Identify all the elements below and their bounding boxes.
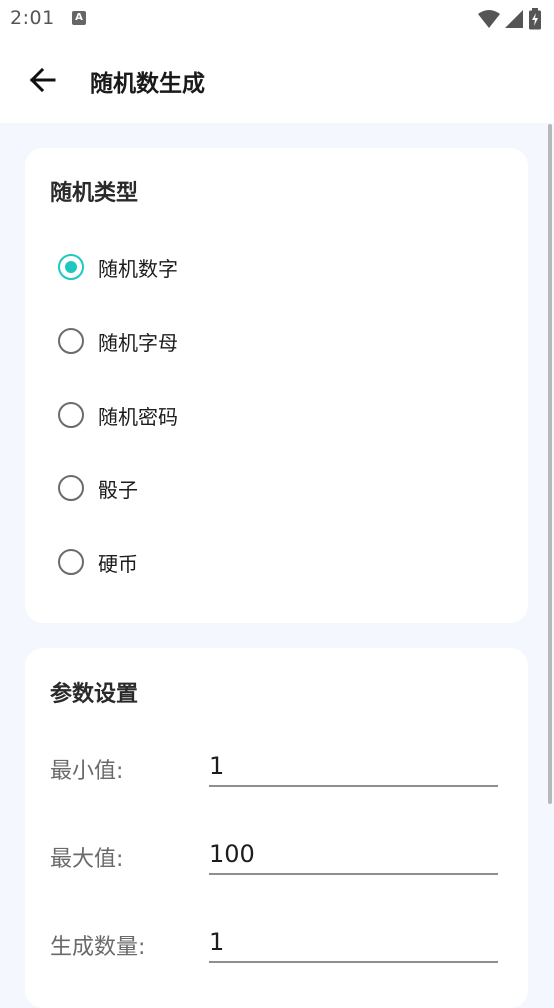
signal-icon — [505, 10, 523, 28]
radio-random-number[interactable]: 随机数字 — [58, 250, 178, 284]
radio-unchecked-icon — [58, 328, 84, 354]
battery-charging-icon — [529, 8, 541, 30]
radio-label: 随机数字 — [98, 256, 178, 281]
wifi-icon — [478, 10, 500, 28]
status-bar: 2:01 A — [0, 0, 554, 38]
scrollbar[interactable] — [548, 124, 552, 804]
min-value-input[interactable] — [209, 749, 498, 787]
arrow-left-icon — [29, 67, 56, 93]
random-type-card: 随机类型 随机数字 随机字母 随机密码 骰子 硬币 — [25, 148, 528, 623]
radio-random-letter[interactable]: 随机字母 — [58, 324, 178, 358]
back-button[interactable] — [26, 63, 60, 97]
radio-coin[interactable]: 硬币 — [58, 545, 138, 579]
max-value-input[interactable] — [209, 837, 498, 875]
app-bar: 随机数生成 — [0, 38, 554, 123]
params-title: 参数设置 — [50, 682, 139, 707]
page-title: 随机数生成 — [90, 71, 205, 97]
status-icons — [478, 8, 542, 30]
radio-label: 随机字母 — [98, 330, 178, 355]
radio-unchecked-icon — [58, 402, 84, 428]
radio-label: 骰子 — [98, 477, 138, 502]
random-type-title: 随机类型 — [50, 181, 139, 206]
count-input[interactable] — [209, 925, 498, 963]
radio-random-password[interactable]: 随机密码 — [58, 398, 178, 432]
radio-checked-icon — [58, 254, 84, 280]
notification-a-icon: A — [72, 11, 86, 25]
count-label: 生成数量: — [50, 935, 146, 960]
min-value-label: 最小值: — [50, 759, 124, 784]
params-card: 参数设置 最小值: 最大值: 生成数量: — [25, 648, 528, 1008]
status-time: 2:01 — [10, 7, 55, 29]
max-value-label: 最大值: — [50, 847, 124, 872]
radio-label: 硬币 — [98, 551, 138, 576]
radio-label: 随机密码 — [98, 404, 178, 429]
radio-unchecked-icon — [58, 549, 84, 575]
radio-dice[interactable]: 骰子 — [58, 471, 138, 505]
radio-unchecked-icon — [58, 475, 84, 501]
